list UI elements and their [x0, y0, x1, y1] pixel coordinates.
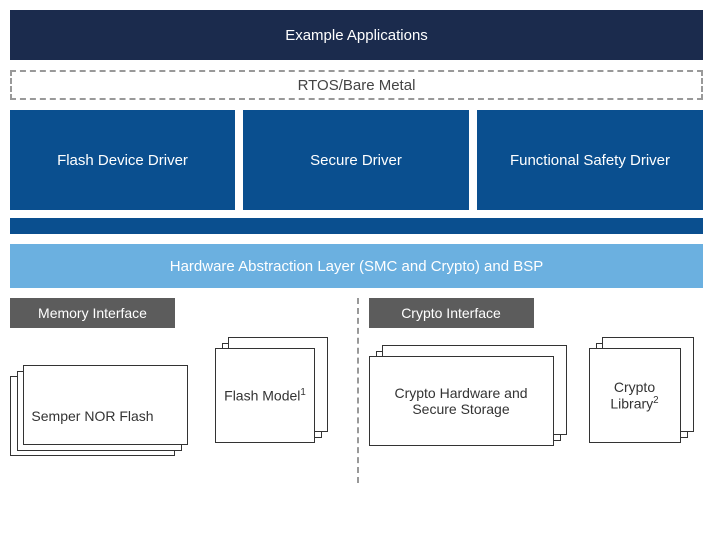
memory-interface-label: Memory Interface — [10, 298, 175, 328]
crypto-interface-column: Crypto Interface Crypto Hardware and Sec… — [357, 298, 704, 483]
doc-text: Crypto Library2 — [596, 379, 674, 412]
interfaces-row: Memory Interface Semper NOR Flash Flash … — [10, 298, 703, 483]
driver-base-strip — [10, 218, 703, 234]
crypto-interface-label: Crypto Interface — [369, 298, 534, 328]
drivers-layer: Flash Device Driver Secure Driver Functi… — [10, 110, 703, 234]
architecture-diagram: Example Applications RTOS/Bare Metal Fla… — [10, 10, 703, 483]
driver-secure: Secure Driver — [243, 110, 469, 210]
doc-crypto-library: Crypto Library2 — [589, 348, 681, 443]
doc-label: Crypto Library — [610, 379, 655, 412]
layer-hal: Hardware Abstraction Layer (SMC and Cryp… — [10, 244, 703, 288]
doc-superscript: 2 — [653, 395, 658, 406]
doc-label: Flash Model — [224, 388, 300, 404]
doc-crypto-hardware: Crypto Hardware and Secure Storage — [369, 356, 554, 446]
doc-text: Crypto Hardware and Secure Storage — [376, 385, 547, 417]
doc-text: Semper NOR Flash — [31, 408, 153, 424]
driver-flash: Flash Device Driver — [10, 110, 235, 210]
layer-rtos: RTOS/Bare Metal — [10, 70, 703, 100]
doc-text: Flash Model1 — [224, 387, 306, 404]
doc-semper-nor-flash: Semper NOR Flash — [10, 376, 175, 456]
doc-flash-model: Flash Model1 — [215, 348, 315, 443]
doc-superscript: 1 — [300, 387, 305, 398]
driver-functional-safety: Functional Safety Driver — [477, 110, 703, 210]
layer-applications: Example Applications — [10, 10, 703, 60]
memory-interface-column: Memory Interface Semper NOR Flash Flash … — [10, 298, 357, 483]
